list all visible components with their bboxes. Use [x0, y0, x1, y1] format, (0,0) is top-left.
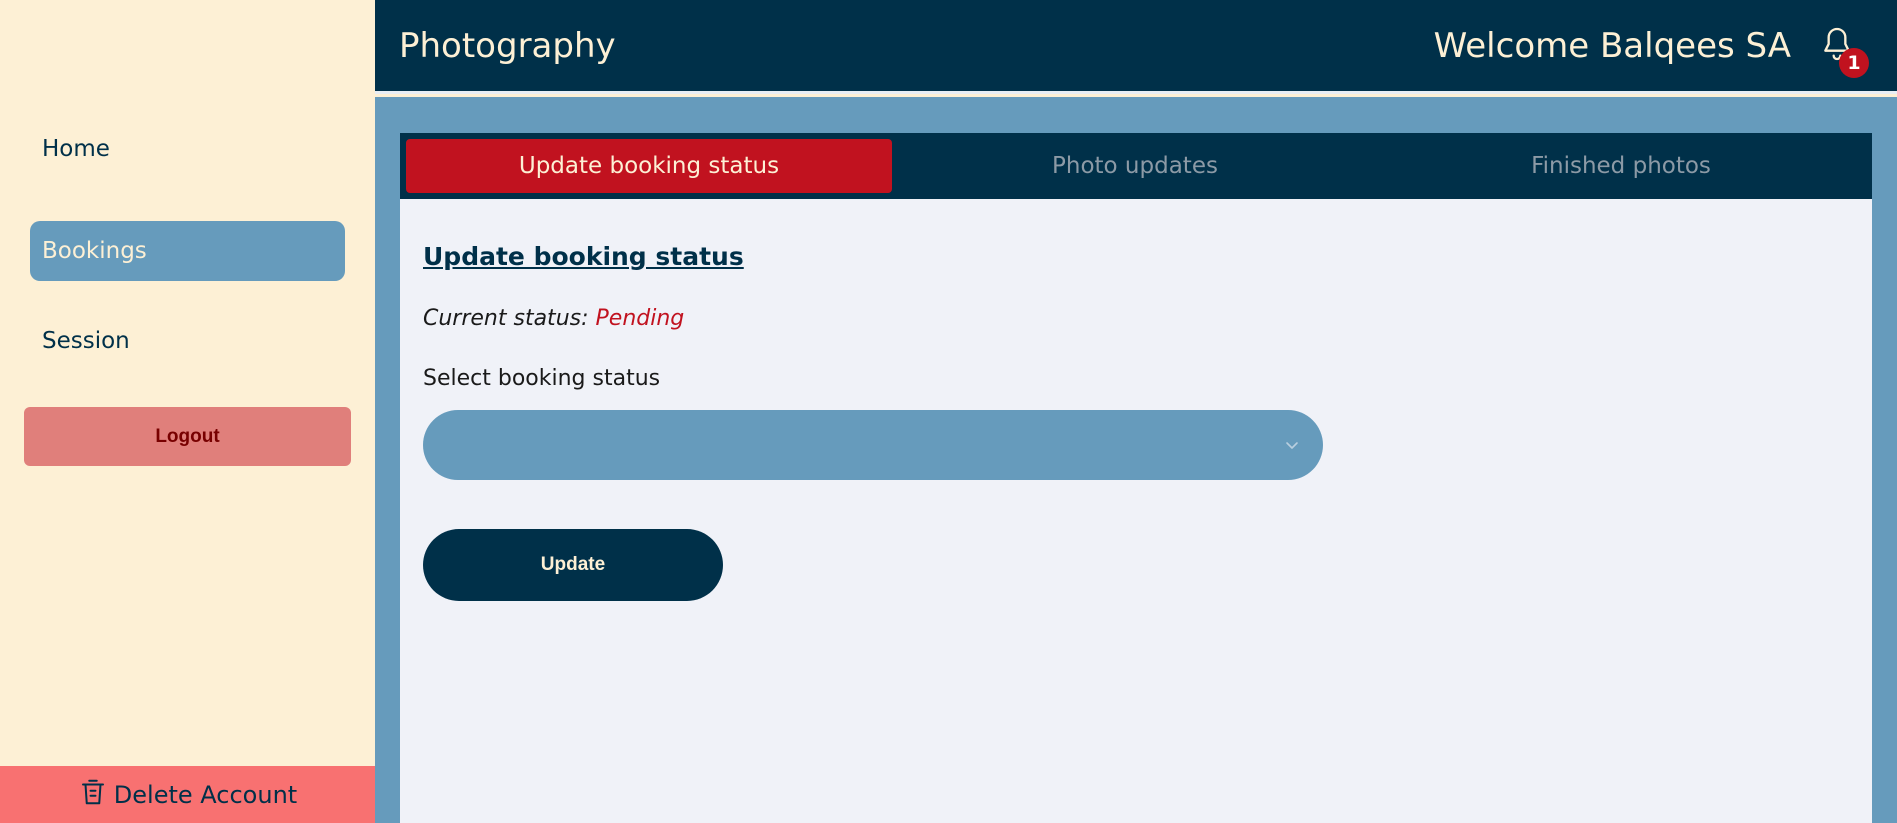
top-header: Photography Welcome Balqees SA 1 [375, 0, 1897, 94]
sidebar-item-session[interactable]: Session [30, 311, 345, 371]
booking-status-select[interactable] [423, 410, 1323, 480]
trash-icon [78, 777, 108, 813]
current-status-value: Pending [595, 306, 685, 331]
current-status-label: Current status: [423, 306, 589, 331]
tab-finished-photos[interactable]: Finished photos [1378, 139, 1864, 193]
section-title: Update booking status [423, 242, 744, 271]
sidebar-item-bookings[interactable]: Bookings [30, 221, 345, 281]
sidebar-item-home[interactable]: Home [30, 119, 345, 179]
select-status-label: Select booking status [423, 366, 661, 391]
update-button[interactable]: Update [423, 529, 723, 601]
tab-update-booking-status[interactable]: Update booking status [406, 139, 892, 193]
app-title: Photography [399, 26, 616, 66]
sidebar-item-label: Bookings [42, 238, 147, 264]
chevron-down-icon [1283, 436, 1301, 454]
logout-button[interactable]: Logout [24, 407, 351, 466]
delete-account-button[interactable]: Delete Account [0, 766, 375, 823]
tab-photo-updates[interactable]: Photo updates [892, 139, 1378, 193]
current-status: Current status: Pending [423, 306, 684, 331]
app-root: Home Bookings Session Logout Delete Acco… [0, 0, 1897, 823]
delete-account-label: Delete Account [113, 780, 298, 809]
tab-bar: Update booking status Photo updates Fini… [400, 133, 1872, 199]
notifications-button[interactable]: 1 [1817, 22, 1869, 78]
sidebar-item-label: Home [42, 136, 110, 162]
notification-badge: 1 [1839, 48, 1869, 78]
welcome-message: Welcome Balqees SA [1433, 26, 1791, 66]
sidebar: Home Bookings Session Logout Delete Acco… [0, 0, 375, 823]
sidebar-item-label: Session [42, 328, 130, 354]
